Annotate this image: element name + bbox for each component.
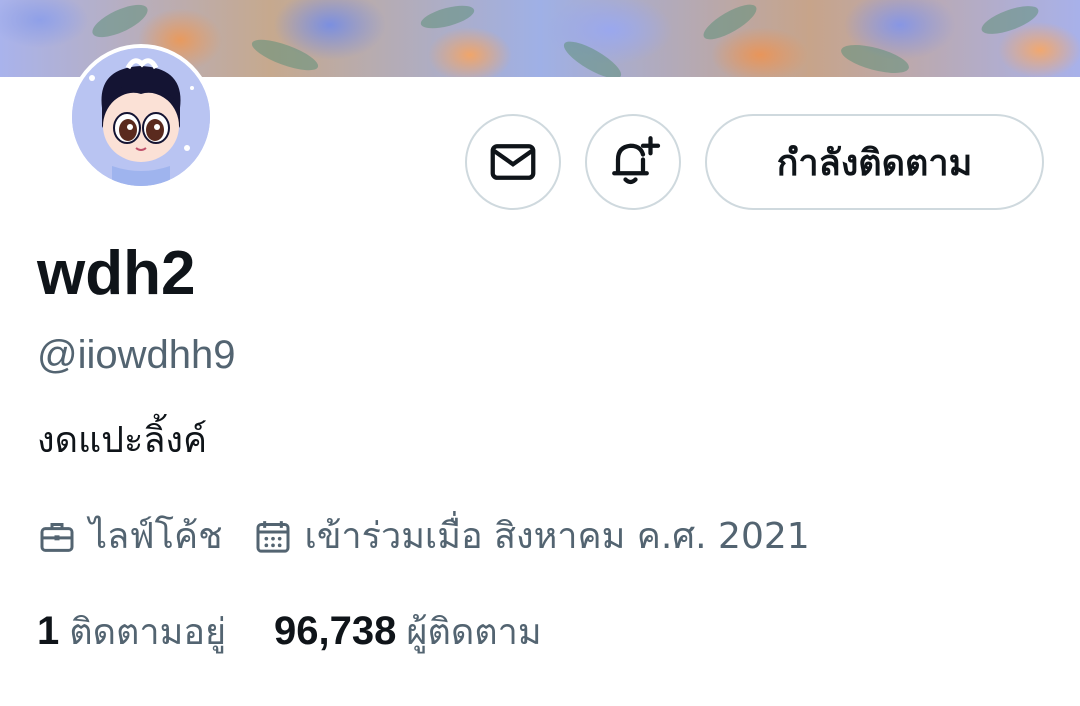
category-label: ไลฟ์โค้ช: [89, 516, 223, 557]
user-handle: @iiowdhh9: [37, 333, 236, 377]
calendar-icon: [256, 521, 290, 553]
briefcase-icon: [40, 523, 74, 552]
followers-stat[interactable]: 96,738 ผู้ติดตาม: [274, 606, 542, 658]
bell-plus-icon: [612, 136, 661, 185]
avatar-illustration: [72, 48, 210, 186]
profile-category: ไลฟ์โค้ช: [37, 512, 223, 562]
profile-bio: งดแปะลิ้งค์: [37, 420, 208, 461]
profile-meta: ไลฟ์โค้ช เข้าร่วมเมื่อ สิงหาคม ค.ศ. 2021: [37, 512, 840, 562]
following-count: 1: [37, 609, 60, 653]
envelope-icon: [490, 144, 536, 180]
profile-stats: 1 ติดตามอยู่ 96,738 ผู้ติดตาม: [37, 606, 590, 658]
following-button[interactable]: กำลังติดตาม: [705, 114, 1044, 210]
followers-count: 96,738: [274, 609, 397, 653]
following-label: ติดตามอยู่: [69, 612, 227, 653]
joined-date: เข้าร่วมเมื่อ สิงหาคม ค.ศ. 2021: [304, 516, 810, 557]
display-name: wdh2: [37, 239, 196, 308]
profile-joined: เข้าร่วมเมื่อ สิงหาคม ค.ศ. 2021: [253, 512, 810, 562]
followers-label: ผู้ติดตาม: [406, 612, 542, 653]
following-stat[interactable]: 1 ติดตามอยู่: [37, 606, 226, 658]
notify-button[interactable]: [585, 114, 681, 210]
message-button[interactable]: [465, 114, 561, 210]
profile-avatar[interactable]: [68, 44, 214, 190]
